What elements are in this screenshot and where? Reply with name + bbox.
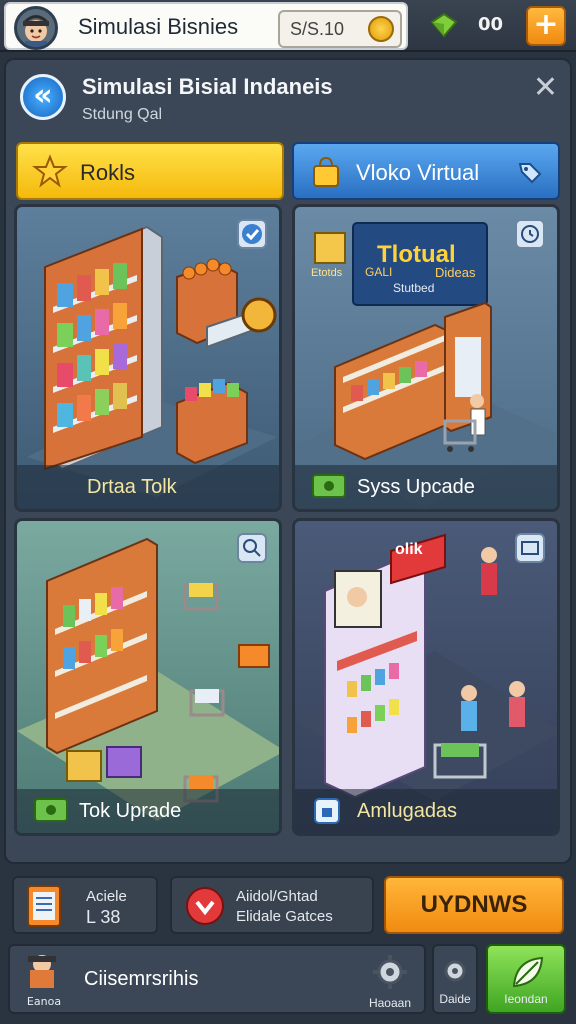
leaf-icon [512, 956, 544, 988]
profile-pill[interactable]: Simulasi Bisnies S/S.10 [4, 2, 408, 50]
tab-vloko-virtual[interactable]: Vloko Virtual [292, 142, 560, 200]
gear-icon [373, 955, 407, 989]
lock-icon [314, 798, 340, 824]
card-tok-uprade-label: Tok Uprade [79, 800, 182, 822]
top-bar: Simulasi Bisnies S/S.10 00 + [0, 0, 576, 52]
cash-icon [312, 474, 346, 498]
coin-value: S/S.10 [290, 19, 345, 39]
card-amlugadas[interactable]: olik Amlugadas [292, 518, 560, 836]
tab-rokls[interactable]: Rokls [16, 142, 284, 200]
nav-settings-b-label: Daide [439, 992, 471, 1006]
shopping-bag-icon [313, 156, 339, 187]
clock-icon [521, 225, 539, 243]
buy-button[interactable]: UYDNWS [384, 876, 564, 934]
nav-title[interactable]: Ciisemrsrihis [84, 968, 198, 991]
level-stat-value: L 38 [86, 907, 121, 927]
app-title: Simulasi Bisnies [78, 14, 239, 39]
search-badge[interactable] [237, 533, 267, 563]
main-panel: « Simulasi Bisial Indaneis Stdung Qal ✕ … [4, 58, 572, 864]
coin-icon [368, 16, 394, 42]
store-sign-mid: GALI [365, 265, 393, 279]
tab-rokls-label: Rokls [80, 160, 136, 185]
panel-title: Simulasi Bisial Indaneis [82, 74, 333, 99]
tag-icon [518, 163, 542, 184]
avatar[interactable] [14, 6, 58, 50]
level-stat[interactable]: Aciele L 38 [12, 876, 158, 934]
cog-icon [444, 960, 466, 982]
coin-counter[interactable]: S/S.10 [278, 10, 402, 48]
gem-value: 00 [478, 14, 504, 35]
sales-stat-subtitle: Elidale Gatces [236, 908, 333, 925]
star-icon [32, 154, 68, 188]
sales-stat[interactable]: Aiidol/Ghtad Elidale Gatces [170, 876, 374, 934]
share-badge[interactable] [515, 533, 545, 563]
card-amlugadas-label: Amlugadas [357, 800, 458, 822]
card-syss-upcade-label: Syss Upcade [357, 476, 475, 498]
add-currency-button[interactable]: + [526, 6, 566, 46]
info-badge[interactable] [515, 219, 545, 249]
nav-confirm[interactable]: Ieondan [486, 944, 566, 1014]
sales-stat-title: Aiidol/Ghtad [236, 888, 318, 905]
avatar-face-icon [23, 15, 49, 47]
back-button[interactable]: « [20, 74, 66, 120]
document-icon [27, 885, 61, 927]
frame-icon [521, 541, 539, 555]
shopkeeper-icon [28, 955, 56, 988]
close-button[interactable]: ✕ [533, 70, 558, 105]
level-stat-label: Aciele [86, 888, 127, 905]
nav-confirm-label: Ieondan [504, 992, 548, 1006]
card-drtaa-tolk-label: Drtaa Tolk [87, 476, 177, 498]
check-icon [242, 224, 262, 244]
chevron-left-icon: « [33, 78, 53, 113]
card-tok-uprade[interactable]: Tok Uprade [14, 518, 282, 836]
panel-subtitle: Stdung Qal [82, 106, 163, 123]
tab-vloko-virtual-label: Vloko Virtual [356, 160, 480, 185]
gem-icon [430, 12, 458, 38]
card-syss-upcade[interactable]: Tlotual Stutbed Etotds GALI Dideas Syss … [292, 204, 560, 512]
card-drtaa-tolk[interactable]: Drtaa Tolk [14, 204, 282, 512]
shopkeeper-label: Eanoa [26, 995, 62, 1008]
shield-icon [186, 887, 224, 925]
nav-settings-a-label: Haoaan [368, 996, 412, 1010]
search-icon [243, 539, 261, 557]
nav-settings-a[interactable]: Haoaan [358, 946, 422, 1016]
store-sign-right: Dideas [435, 265, 476, 280]
check-badge[interactable] [237, 219, 267, 249]
cash-icon [34, 798, 68, 822]
bottom-nav-bar: Eanoa Ciisemrsrihis Haoaan [8, 944, 426, 1014]
nav-settings-b[interactable]: Daide [432, 944, 478, 1014]
stall-sign: olik [395, 541, 423, 558]
